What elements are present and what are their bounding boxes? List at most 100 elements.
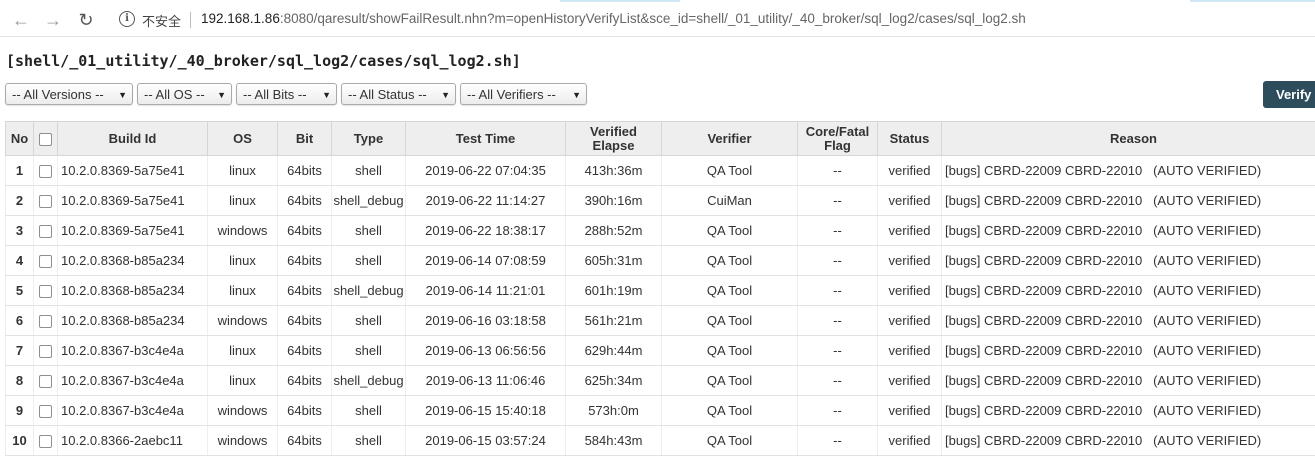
build-id-cell: 10.2.0.8367-b3c4e4a: [57, 365, 208, 396]
header-status[interactable]: Status: [877, 121, 942, 156]
row-checkbox[interactable]: [39, 315, 52, 329]
header-no[interactable]: No: [5, 121, 34, 156]
table-row[interactable]: 2 10.2.0.8369-5a75e41 linux 64bits shell_deb…: [5, 185, 1315, 216]
url-text[interactable]: 192.168.1.86:8080/qaresult/showFailResul…: [201, 11, 1026, 26]
header-os[interactable]: OS: [207, 121, 278, 156]
versions-filter-value: -- All Versions --: [12, 87, 104, 102]
test-time-cell: 2019-06-22 11:14:27: [405, 185, 566, 216]
verifier-cell: QA Tool: [661, 215, 798, 246]
bits-filter-select[interactable]: -- All Bits -- ▼: [236, 83, 337, 105]
os-cell: linux: [207, 335, 278, 366]
core-fatal-flag-cell: --: [797, 185, 878, 216]
bit-cell: 64bits: [277, 395, 332, 426]
row-checkbox[interactable]: [39, 195, 52, 209]
info-icon[interactable]: i: [119, 11, 135, 27]
row-number: 3: [5, 215, 34, 246]
row-checkbox[interactable]: [39, 375, 52, 389]
core-fatal-flag-cell: --: [797, 245, 878, 276]
header-core-fatal-flag[interactable]: Core/Fatal Flag: [797, 121, 878, 156]
row-select: [33, 275, 58, 306]
row-number: 2: [5, 185, 34, 216]
test-time-cell: 2019-06-22 07:04:35: [405, 155, 566, 186]
test-time-cell: 2019-06-15 03:57:24: [405, 425, 566, 456]
type-cell: shell: [331, 215, 406, 246]
table-row[interactable]: 5 10.2.0.8368-b85a234 linux 64bits shell_deb…: [5, 275, 1315, 306]
verifiers-filter-select[interactable]: -- All Verifiers -- ▼: [460, 83, 587, 105]
verify-button[interactable]: Verify: [1263, 81, 1315, 108]
header-core-fatal-line2: Flag: [824, 137, 851, 153]
chevron-down-icon: ▼: [572, 90, 581, 100]
header-reason[interactable]: Reason: [941, 121, 1315, 156]
table-row[interactable]: 3 10.2.0.8369-5a75e41 windows 64bits shell 20…: [5, 215, 1315, 246]
browser-toolbar: ← → ↻ i 不安全 192.168.1.86:8080/qaresult/s…: [0, 2, 1315, 37]
row-select: [33, 185, 58, 216]
bit-cell: 64bits: [277, 245, 332, 276]
status-cell: verified: [877, 185, 942, 216]
table-row[interactable]: 8 10.2.0.8367-b3c4e4a linux 64bits shell_deb…: [5, 365, 1315, 396]
page-title: [shell/_01_utility/_40_broker/sql_log2/c…: [6, 52, 521, 70]
verified-elapse-cell: 413h:36m: [565, 155, 662, 186]
verified-elapse-cell: 625h:34m: [565, 365, 662, 396]
header-test-time[interactable]: Test Time: [405, 121, 566, 156]
row-checkbox[interactable]: [39, 165, 52, 179]
status-filter-select[interactable]: -- All Status -- ▼: [341, 83, 456, 105]
row-select: [33, 395, 58, 426]
status-cell: verified: [877, 245, 942, 276]
row-checkbox[interactable]: [39, 285, 52, 299]
os-cell: windows: [207, 425, 278, 456]
bit-cell: 64bits: [277, 275, 332, 306]
table-row[interactable]: 6 10.2.0.8368-b85a234 windows 64bits shell 20…: [5, 305, 1315, 336]
verified-elapse-cell: 561h:21m: [565, 305, 662, 336]
chevron-down-icon: ▼: [322, 90, 331, 100]
header-bit[interactable]: Bit: [277, 121, 332, 156]
core-fatal-flag-cell: --: [797, 425, 878, 456]
header-build-id[interactable]: Build Id: [57, 121, 208, 156]
row-checkbox[interactable]: [39, 345, 52, 359]
bit-cell: 64bits: [277, 335, 332, 366]
header-verified-elapse-line2: Elapse: [592, 137, 635, 153]
type-cell: shell: [331, 305, 406, 336]
row-checkbox[interactable]: [39, 255, 52, 269]
status-cell: verified: [877, 215, 942, 246]
row-number: 6: [5, 305, 34, 336]
verifier-cell: QA Tool: [661, 245, 798, 276]
security-label[interactable]: 不安全: [142, 11, 181, 30]
row-number: 9: [5, 395, 34, 426]
verified-elapse-cell: 390h:16m: [565, 185, 662, 216]
core-fatal-flag-cell: --: [797, 305, 878, 336]
table-row[interactable]: 4 10.2.0.8368-b85a234 linux 64bits shell 2019…: [5, 245, 1315, 276]
forward-arrow-icon[interactable]: →: [41, 8, 65, 32]
row-select: [33, 365, 58, 396]
build-id-cell: 10.2.0.8369-5a75e41: [57, 215, 208, 246]
table-row[interactable]: 7 10.2.0.8367-b3c4e4a linux 64bits shell 2019…: [5, 335, 1315, 366]
test-time-cell: 2019-06-14 07:08:59: [405, 245, 566, 276]
core-fatal-flag-cell: --: [797, 275, 878, 306]
url-path: :8080/qaresult/showFailResult.nhn?m=open…: [279, 11, 1026, 26]
row-select: [33, 305, 58, 336]
row-checkbox[interactable]: [39, 225, 52, 239]
table-row[interactable]: 1 10.2.0.8369-5a75e41 linux 64bits shell 2019…: [5, 155, 1315, 186]
status-cell: verified: [877, 425, 942, 456]
row-number: 5: [5, 275, 34, 306]
table-row[interactable]: 9 10.2.0.8367-b3c4e4a windows 64bits shell 20…: [5, 395, 1315, 426]
bit-cell: 64bits: [277, 425, 332, 456]
os-filter-select[interactable]: -- All OS -- ▼: [137, 83, 232, 105]
header-verified-elapse[interactable]: Verified Elapse: [565, 121, 662, 156]
select-all-checkbox[interactable]: [39, 132, 52, 146]
reason-cell: [bugs] CBRD-22009 CBRD-22010 (AUTO VERIF…: [941, 395, 1315, 426]
status-cell: verified: [877, 275, 942, 306]
reload-icon[interactable]: ↻: [74, 8, 98, 32]
row-select: [33, 155, 58, 186]
versions-filter-select[interactable]: -- All Versions -- ▼: [5, 83, 133, 105]
table-row[interactable]: 10 10.2.0.8366-2aebc11 windows 64bits shell 2…: [5, 425, 1315, 456]
back-arrow-icon[interactable]: ←: [9, 8, 33, 32]
url-host: 192.168.1.86: [201, 11, 280, 26]
type-cell: shell: [331, 245, 406, 276]
bit-cell: 64bits: [277, 185, 332, 216]
header-verifier[interactable]: Verifier: [661, 121, 798, 156]
row-checkbox[interactable]: [39, 435, 52, 449]
address-bar[interactable]: i 不安全 192.168.1.86:8080/qaresult/showFai…: [107, 5, 1307, 33]
row-checkbox[interactable]: [39, 405, 52, 419]
header-type[interactable]: Type: [331, 121, 406, 156]
header-verified-elapse-line1: Verified: [590, 123, 637, 139]
